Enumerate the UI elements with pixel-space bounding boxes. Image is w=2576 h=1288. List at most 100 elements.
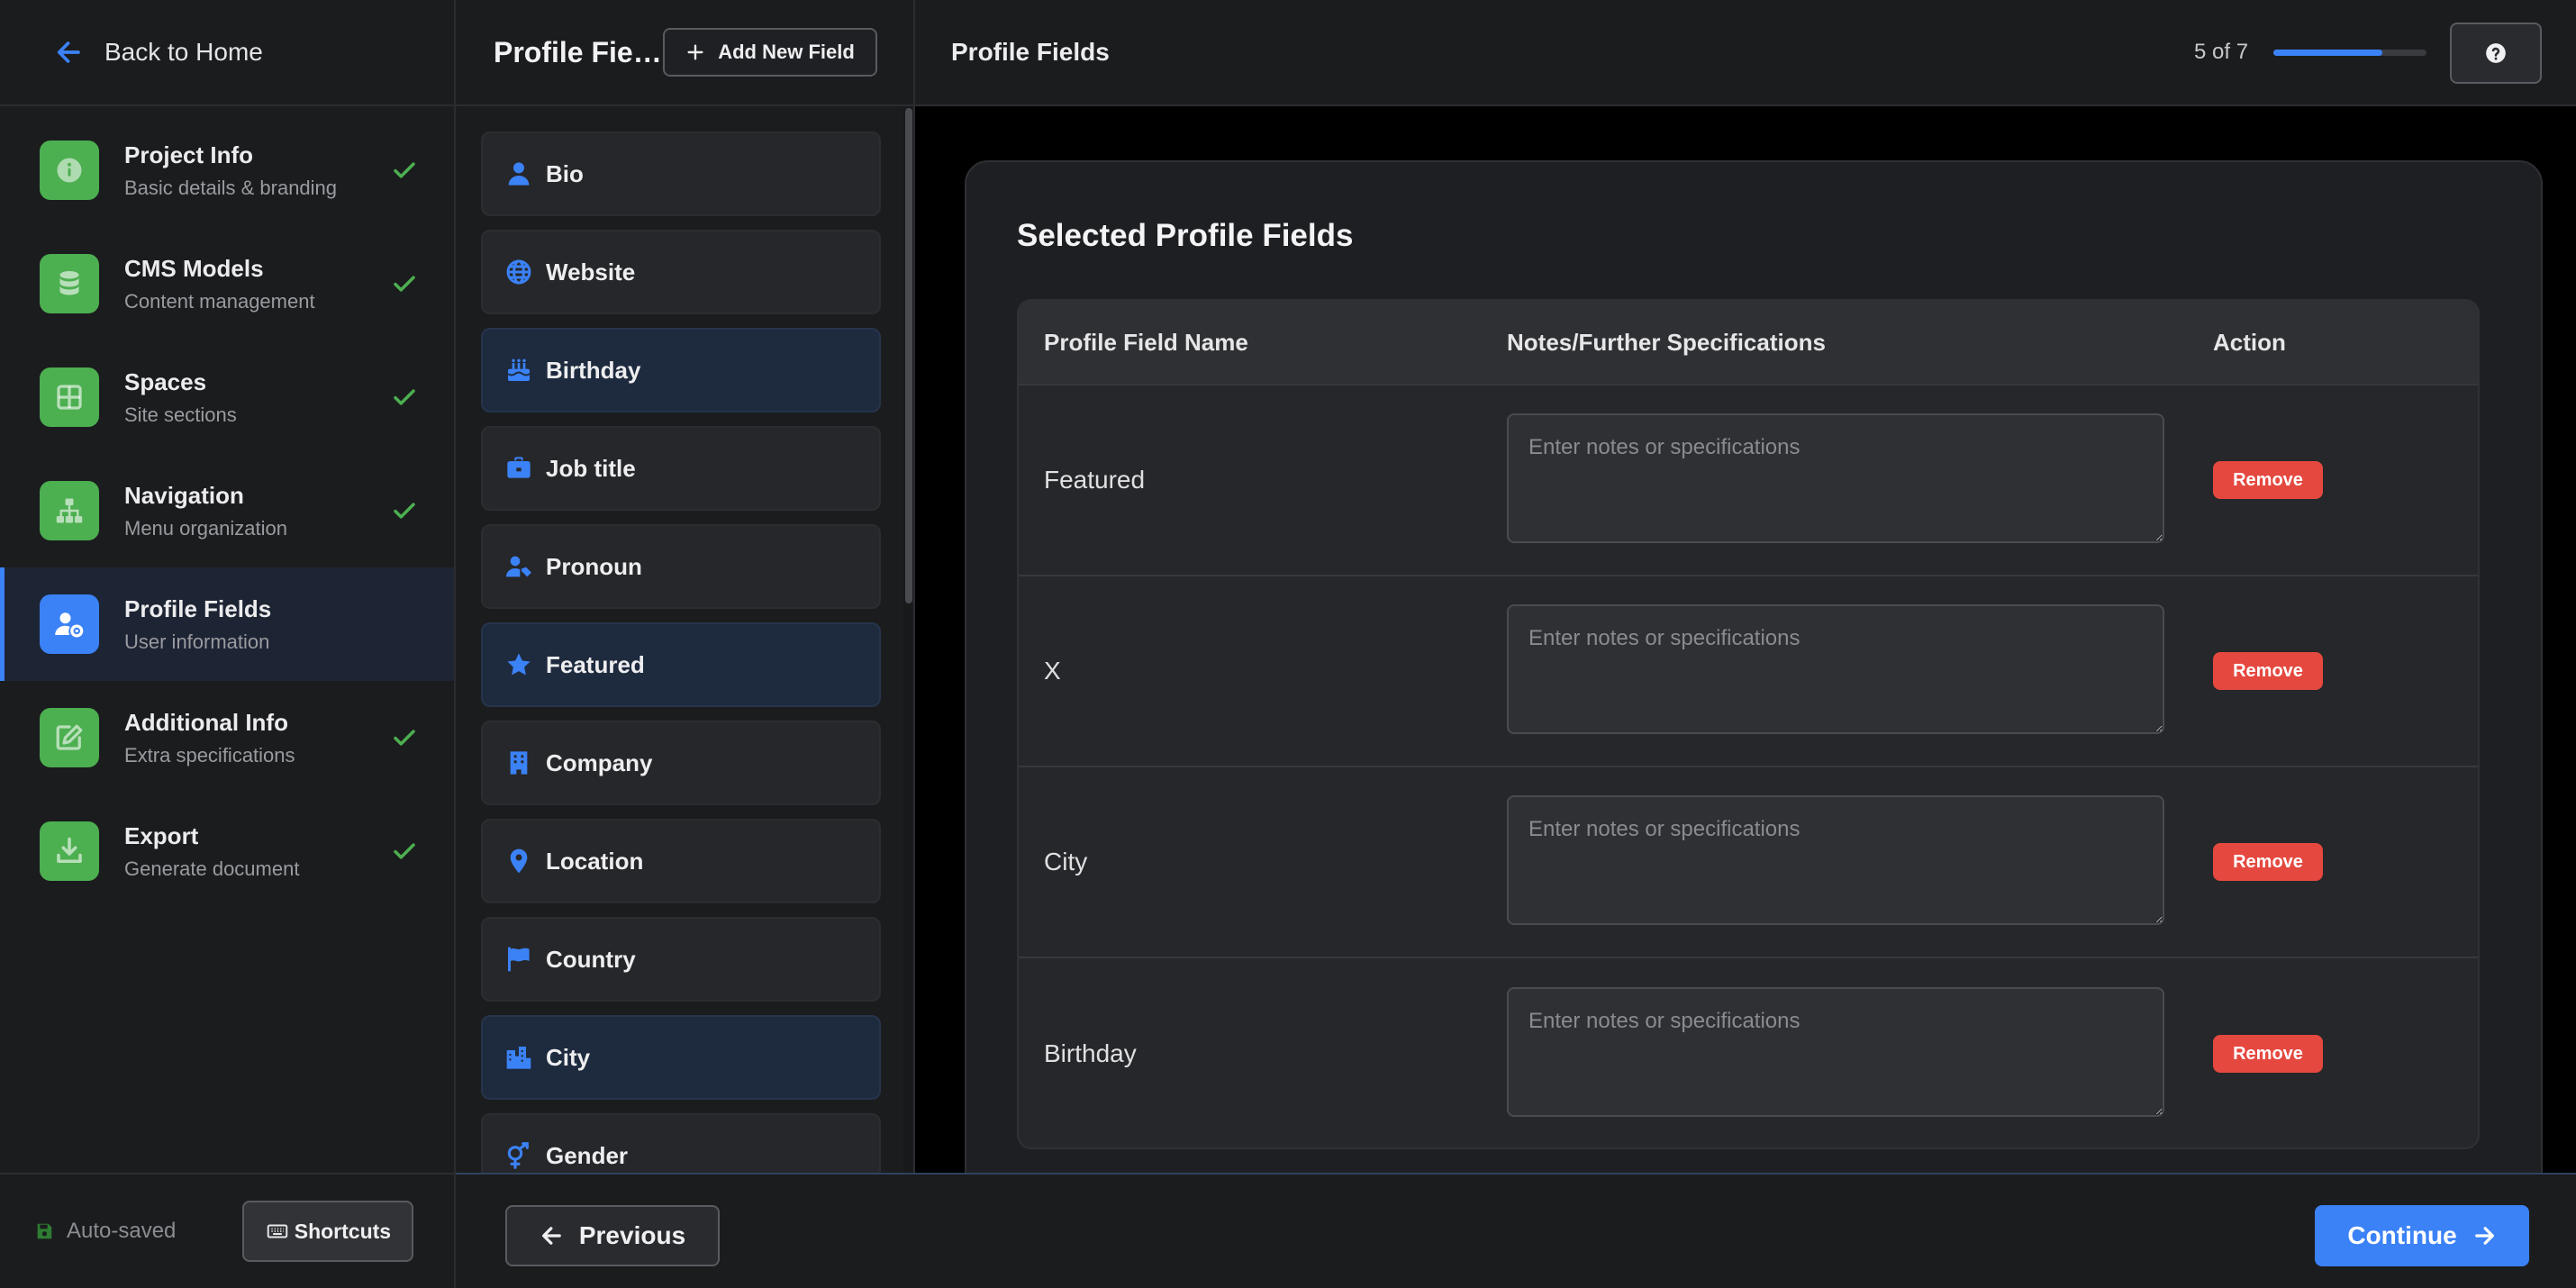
check-icon [394, 503, 415, 519]
step-subtitle: Basic details & branding [124, 176, 338, 199]
sidebar-footer: Auto-saved Shortcuts [0, 1173, 454, 1288]
step-subtitle: User information [124, 630, 270, 653]
add-new-field-label: Add New Field [718, 41, 855, 63]
plus-icon [687, 44, 703, 60]
step-text: Navigation Menu organization [124, 482, 391, 540]
remove-button[interactable]: Remove [2213, 843, 2323, 881]
field-item-featured[interactable]: Featured [481, 622, 881, 707]
previous-button[interactable]: Previous [505, 1205, 720, 1266]
table-row: City Remove [1019, 767, 2478, 958]
field-item-location[interactable]: Location [481, 819, 881, 903]
star-icon [507, 653, 531, 676]
fields-panel-header: Profile Fields Add New Field [456, 0, 913, 106]
city-icon [506, 1047, 531, 1069]
step-cms-models[interactable]: CMS Models Content management [0, 227, 454, 340]
field-item-label: Website [546, 258, 636, 286]
add-new-field-button[interactable]: Add New Field [663, 28, 877, 77]
step-profile-fields[interactable]: Profile Fields User information [0, 567, 454, 681]
table-row: Birthday Remove [1019, 958, 2478, 1147]
notes-textarea[interactable] [1507, 794, 2164, 925]
remove-button[interactable]: Remove [2213, 461, 2323, 499]
arrow-left-icon [541, 1227, 561, 1245]
wizard-sidebar: Back to Home Project Info Basic details … [0, 0, 456, 1288]
field-name-cell: Birthday [1044, 1039, 1137, 1067]
notes-textarea[interactable] [1507, 603, 2164, 734]
check-icon [394, 730, 415, 746]
check-icon [394, 843, 415, 859]
help-button[interactable] [2450, 23, 2542, 84]
page-title: Profile Fields [951, 38, 1110, 66]
step-title: Spaces [124, 367, 207, 395]
continue-button[interactable]: Continue [2315, 1205, 2529, 1266]
available-fields-panel: Profile Fields Add New Field Bio Website… [456, 0, 915, 1288]
flag-icon [508, 947, 530, 972]
field-item-bio[interactable]: Bio [481, 132, 881, 216]
step-export[interactable]: Export Generate document [0, 794, 454, 908]
field-item-country[interactable]: Country [481, 917, 881, 1002]
step-subtitle: Content management [124, 289, 315, 313]
shortcuts-button[interactable]: Shortcuts [242, 1201, 414, 1262]
table-row: Featured Remove [1019, 385, 2478, 576]
cake-icon [507, 358, 531, 381]
fields-panel-title: Profile Fields [494, 35, 665, 68]
user-gear-icon [55, 612, 84, 638]
field-list: Bio Website Birthday Job title Pronoun F… [481, 132, 881, 1173]
autosave-status: Auto-saved [34, 1219, 176, 1244]
user-icon [508, 162, 530, 186]
autosave-label: Auto-saved [67, 1219, 177, 1243]
grid-icon [57, 385, 82, 410]
check-icon [394, 276, 415, 292]
notes-textarea[interactable] [1507, 986, 2164, 1117]
step-subtitle: Site sections [124, 403, 237, 426]
notes-cell [1507, 986, 2213, 1121]
remove-button[interactable]: Remove [2213, 652, 2323, 690]
action-cell: Remove [2213, 843, 2323, 881]
step-text: Export Generate document [124, 822, 391, 881]
step-icon-box [40, 594, 99, 654]
step-title: Additional Info [124, 708, 288, 736]
step-spaces[interactable]: Spaces Site sections [0, 340, 454, 454]
step-subtitle: Extra specifications [124, 743, 295, 766]
field-item-label: Country [546, 945, 636, 973]
remove-button[interactable]: Remove [2213, 1035, 2323, 1073]
back-to-home-link[interactable]: Back to Home [54, 37, 263, 68]
field-name-cell: X [1044, 657, 1061, 685]
field-item-label: Featured [546, 650, 645, 678]
step-title: Navigation [124, 481, 244, 509]
notes-textarea[interactable] [1507, 413, 2164, 543]
field-item-city[interactable]: City [481, 1015, 881, 1100]
edit-icon [56, 724, 83, 750]
step-text: Project Info Basic details & branding [124, 141, 391, 200]
field-item-website[interactable]: Website [481, 230, 881, 314]
step-icon-box [40, 367, 99, 427]
field-item-pronoun[interactable]: Pronoun [481, 524, 881, 609]
step-icon-box [40, 821, 99, 881]
action-cell: Remove [2213, 652, 2323, 690]
field-item-label: Pronoun [546, 552, 642, 580]
action-cell: Remove [2213, 461, 2323, 499]
table-header: Profile Field Name Notes/Further Specifi… [1019, 301, 2478, 385]
user-tag-icon [506, 556, 531, 577]
step-additional-info[interactable]: Additional Info Extra specifications [0, 681, 454, 794]
top-bar: Profile Fields 5 of 7 [915, 0, 2576, 106]
step-project-info[interactable]: Project Info Basic details & branding [0, 113, 454, 227]
step-title: Profile Fields [124, 594, 272, 622]
field-item-label: Gender [546, 1141, 629, 1169]
field-item-gender[interactable]: Gender [481, 1113, 881, 1173]
step-text: Profile Fields User information [124, 595, 454, 654]
field-item-company[interactable]: Company [481, 721, 881, 805]
step-progress-fill [2273, 50, 2383, 56]
step-navigation[interactable]: Navigation Menu organization [0, 454, 454, 567]
field-item-birthday[interactable]: Birthday [481, 328, 881, 413]
field-item-job-title[interactable]: Job title [481, 426, 881, 511]
table-row: X Remove [1019, 576, 2478, 767]
selected-fields-card: Selected Profile Fields Profile Field Na… [965, 160, 2543, 1288]
sidebar-header: Back to Home [0, 0, 454, 106]
field-item-label: Location [546, 847, 644, 875]
field-list-scroll-thumb[interactable] [905, 108, 912, 603]
notes-cell [1507, 413, 2213, 548]
check-icon [394, 389, 415, 405]
previous-label: Previous [578, 1221, 686, 1249]
back-to-home-label: Back to Home [104, 38, 263, 66]
bottom-navigation-bar: Previous Continue [456, 1173, 2576, 1288]
